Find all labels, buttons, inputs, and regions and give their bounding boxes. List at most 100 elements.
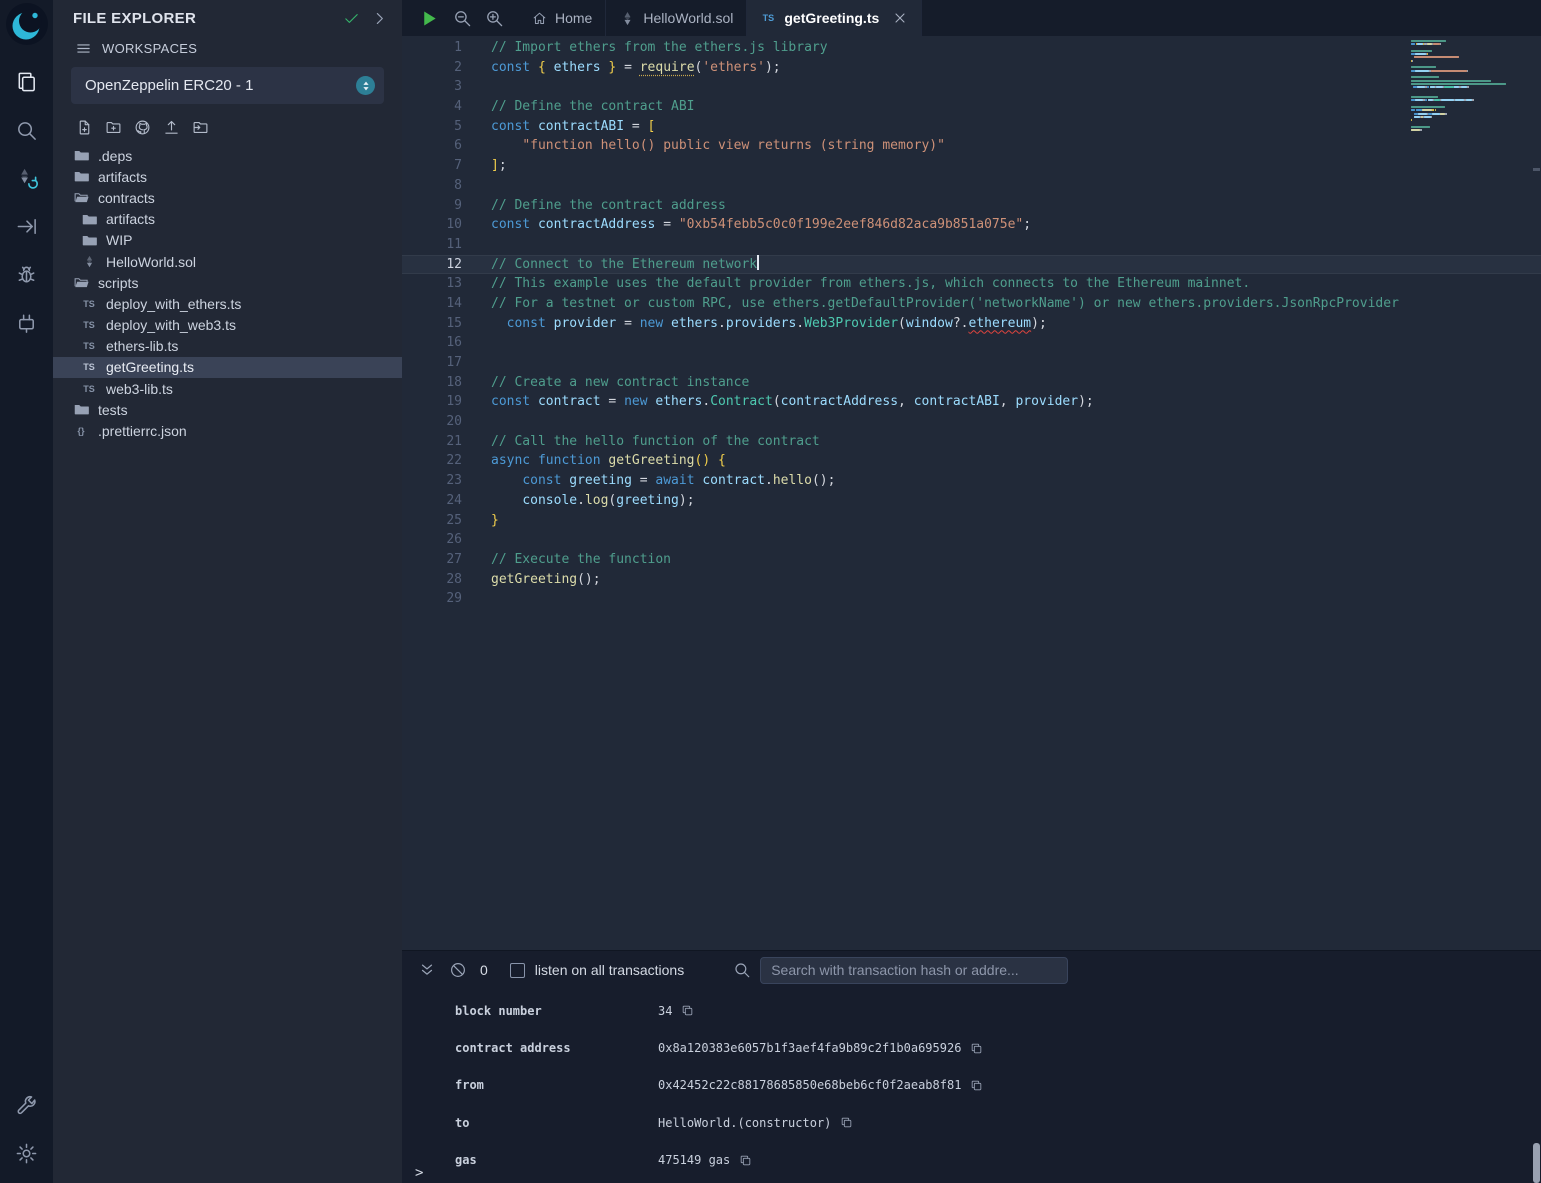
- line-number[interactable]: 22: [402, 451, 462, 471]
- code-text[interactable]: // Define the contract ABI: [491, 97, 695, 117]
- copy-icon[interactable]: [970, 1079, 983, 1092]
- line-number[interactable]: 15: [402, 314, 462, 334]
- line-number[interactable]: 5: [402, 117, 462, 137]
- tree-item-artifacts[interactable]: artifacts: [53, 209, 402, 230]
- code-text[interactable]: const provider = new ethers.providers.We…: [491, 314, 1047, 334]
- code-text[interactable]: }: [491, 511, 499, 531]
- copy-icon[interactable]: [970, 1042, 983, 1055]
- tree-item-deploy-with-web3-ts[interactable]: TSdeploy_with_web3.ts: [53, 315, 402, 336]
- tree-item-tests[interactable]: tests: [53, 399, 402, 420]
- clear-console-icon[interactable]: [449, 961, 467, 979]
- code-text[interactable]: const contractAddress = "0xb54febb5c0c0f…: [491, 215, 1031, 235]
- code-text[interactable]: const { ethers } = require('ethers');: [491, 58, 781, 78]
- editor-scrollbar[interactable]: [1531, 36, 1541, 950]
- debugger-icon[interactable]: [0, 250, 53, 298]
- tab-helloworld-sol[interactable]: HelloWorld.sol: [606, 0, 747, 36]
- file-explorer-icon[interactable]: [0, 58, 53, 106]
- copy-icon[interactable]: [681, 1004, 694, 1017]
- code-text[interactable]: async function getGreeting() {: [491, 451, 726, 471]
- copy-icon[interactable]: [840, 1116, 853, 1129]
- settings-icon[interactable]: [0, 1129, 53, 1177]
- line-number[interactable]: 1: [402, 38, 462, 58]
- tree-item-wip[interactable]: WIP: [53, 230, 402, 251]
- scrollbar-thumb[interactable]: [1533, 168, 1540, 171]
- code-text[interactable]: // Execute the function: [491, 550, 671, 570]
- line-number[interactable]: 17: [402, 353, 462, 373]
- line-number[interactable]: 21: [402, 432, 462, 452]
- deploy-run-icon[interactable]: [0, 202, 53, 250]
- code-text[interactable]: const contractABI = [: [491, 117, 655, 137]
- workspace-menu-icon[interactable]: [75, 40, 92, 57]
- build-tools-icon[interactable]: [0, 1081, 53, 1129]
- line-number[interactable]: 11: [402, 235, 462, 255]
- line-number[interactable]: 12: [402, 255, 462, 275]
- tree-item-artifacts[interactable]: artifacts: [53, 166, 402, 187]
- line-number[interactable]: 13: [402, 274, 462, 294]
- line-number[interactable]: 29: [402, 589, 462, 609]
- code-text[interactable]: // Connect to the Ethereum network: [491, 255, 759, 275]
- tab-getgreeting-ts[interactable]: TSgetGreeting.ts: [747, 0, 922, 36]
- accept-icon[interactable]: [343, 10, 360, 27]
- tree-item-deploy-with-ethers-ts[interactable]: TSdeploy_with_ethers.ts: [53, 293, 402, 314]
- tab-home[interactable]: Home: [518, 0, 606, 36]
- code-text[interactable]: "function hello() public view returns (s…: [491, 136, 945, 156]
- code-text[interactable]: console.log(greeting);: [491, 491, 695, 511]
- line-number[interactable]: 9: [402, 196, 462, 216]
- line-number[interactable]: 3: [402, 77, 462, 97]
- line-number[interactable]: 24: [402, 491, 462, 511]
- workspace-select[interactable]: OpenZeppelin ERC20 - 1: [71, 67, 384, 104]
- tree-item-helloworld-sol[interactable]: HelloWorld.sol: [53, 251, 402, 272]
- code-text[interactable]: getGreeting();: [491, 570, 601, 590]
- line-number[interactable]: 18: [402, 373, 462, 393]
- line-number[interactable]: 19: [402, 392, 462, 412]
- copy-icon[interactable]: [739, 1154, 752, 1167]
- new-folder-icon[interactable]: [105, 119, 122, 136]
- line-number[interactable]: 25: [402, 511, 462, 531]
- line-number[interactable]: 4: [402, 97, 462, 117]
- tree-item-prettierrc-json[interactable]: {}.prettierrc.json: [53, 420, 402, 441]
- search-icon[interactable]: [0, 106, 53, 154]
- terminal-search-input[interactable]: [760, 957, 1068, 984]
- line-number[interactable]: 8: [402, 176, 462, 196]
- line-number[interactable]: 7: [402, 156, 462, 176]
- tree-item-getgreeting-ts[interactable]: TSgetGreeting.ts: [53, 357, 402, 378]
- line-number[interactable]: 14: [402, 294, 462, 314]
- code-text[interactable]: // Import ethers from the ethers.js libr…: [491, 38, 828, 58]
- line-number[interactable]: 10: [402, 215, 462, 235]
- code-text[interactable]: // Define the contract address: [491, 196, 726, 216]
- zoom-out-button[interactable]: [453, 9, 472, 28]
- chevron-right-icon[interactable]: [371, 10, 388, 27]
- code-text[interactable]: // Create a new contract instance: [491, 373, 749, 393]
- line-number[interactable]: 23: [402, 471, 462, 491]
- line-number[interactable]: 16: [402, 333, 462, 353]
- run-script-button[interactable]: [419, 8, 440, 29]
- load-folder-icon[interactable]: [192, 119, 209, 136]
- line-number[interactable]: 27: [402, 550, 462, 570]
- terminal-scrollbar[interactable]: [1533, 1143, 1540, 1183]
- tree-item-contracts[interactable]: contracts: [53, 187, 402, 208]
- code-text[interactable]: ];: [491, 156, 507, 176]
- code-text[interactable]: // Call the hello function of the contra…: [491, 432, 820, 452]
- remix-logo[interactable]: [5, 2, 49, 46]
- tree-item-scripts[interactable]: scripts: [53, 272, 402, 293]
- line-number[interactable]: 28: [402, 570, 462, 590]
- upload-file-icon[interactable]: [163, 119, 180, 136]
- code-text[interactable]: const contract = new ethers.Contract(con…: [491, 392, 1094, 412]
- new-file-icon[interactable]: [76, 119, 93, 136]
- minimap[interactable]: [1411, 40, 1531, 136]
- tree-item-web3-lib-ts[interactable]: TSweb3-lib.ts: [53, 378, 402, 399]
- code-text[interactable]: // This example uses the default provide…: [491, 274, 1250, 294]
- zoom-in-button[interactable]: [485, 9, 504, 28]
- line-number[interactable]: 20: [402, 412, 462, 432]
- close-tab-icon[interactable]: [892, 10, 908, 26]
- solidity-compiler-icon[interactable]: [0, 154, 53, 202]
- line-number[interactable]: 26: [402, 530, 462, 550]
- line-number[interactable]: 6: [402, 136, 462, 156]
- clone-repo-icon[interactable]: [134, 119, 151, 136]
- toggle-terminal-icon[interactable]: [418, 961, 436, 979]
- code-text[interactable]: const greeting = await contract.hello();: [491, 471, 835, 491]
- plugin-manager-icon[interactable]: [0, 298, 53, 346]
- code-editor[interactable]: 1 // Import ethers from the ethers.js lib…: [402, 36, 1541, 950]
- listen-all-checkbox[interactable]: [510, 963, 525, 978]
- tree-item-deps[interactable]: .deps: [53, 145, 402, 166]
